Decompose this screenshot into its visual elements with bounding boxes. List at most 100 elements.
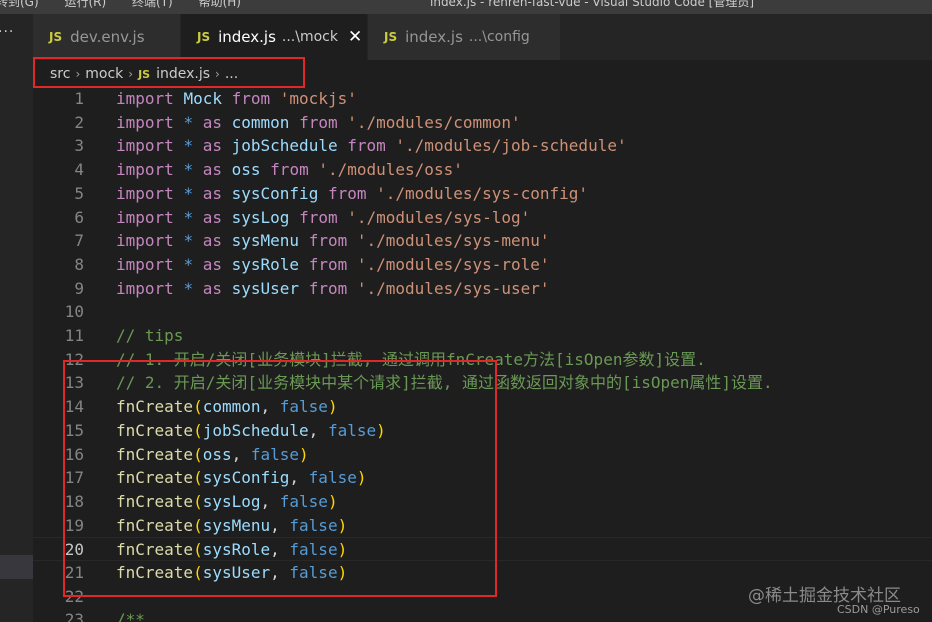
code-token: fnCreate	[116, 468, 194, 488]
code-text: import * as sysRole from './modules/sys-…	[116, 253, 550, 277]
line-number: 15	[64, 420, 84, 440]
code-line[interactable]: 2 import * as common from './modules/comm…	[33, 111, 932, 135]
code-line[interactable]: 16 fnCreate(oss, false)	[33, 443, 932, 467]
watermark-author: CSDN @Pureso	[837, 603, 920, 616]
code-line[interactable]: 20 fnCreate(sysRole, false)	[33, 537, 932, 561]
line-number: 10	[64, 302, 84, 322]
code-text: import Mock from 'mockjs'	[116, 88, 357, 111]
breadcrumb-item-more[interactable]: ...	[225, 66, 238, 82]
code-token: )	[337, 515, 348, 535]
code-token: './modules/sys-role'	[356, 254, 550, 274]
code-line[interactable]: 11 // tips	[33, 324, 932, 348]
line-number: 3	[74, 136, 84, 156]
code-token: /**	[116, 610, 145, 622]
close-icon[interactable]: ✕	[348, 27, 362, 47]
menu-run[interactable]: 运行(R)	[65, 0, 107, 9]
menu-goto[interactable]: 转到(G)	[0, 0, 39, 9]
line-number: 14	[64, 397, 84, 417]
line-number: 19	[64, 515, 84, 535]
tab-dev-env-js[interactable]: JS dev.env.js	[33, 14, 181, 60]
tab-index-js-mock[interactable]: JS index.js ...\mock ✕	[181, 14, 368, 60]
javascript-file-icon: JS	[197, 30, 211, 44]
code-token: sysUser	[231, 278, 300, 298]
code-token: from	[308, 278, 348, 298]
code-token: sysMenu	[231, 231, 300, 251]
code-token: )	[356, 468, 367, 488]
line-number: 18	[64, 491, 84, 511]
code-line[interactable]: 17 fnCreate(sysConfig, false)	[33, 466, 932, 490]
code-token: as	[202, 112, 222, 132]
code-editor[interactable]: 1 import Mock from 'mockjs' 2 import * as c…	[33, 88, 932, 622]
tab-index-js-config[interactable]: JS index.js ...\config	[368, 14, 561, 60]
code-token: import	[116, 254, 174, 274]
code-text: fnCreate(sysMenu, false)	[116, 514, 347, 538]
code-token: jobSchedule	[202, 420, 309, 440]
code-text: // 1. 开启/关闭[业务模块]拦截, 通过调用fnCreate方法[isOp…	[116, 348, 706, 372]
code-line[interactable]: 4 import * as oss from './modules/oss'	[33, 158, 932, 182]
code-token: false	[250, 444, 300, 464]
code-token: ,	[260, 397, 280, 417]
window-title: index.js - renren-fast-vue - Visual Stud…	[430, 0, 755, 9]
menu-help[interactable]: 帮助(H)	[199, 0, 241, 9]
more-actions-icon[interactable]: ···	[0, 24, 14, 40]
code-token: 'mockjs'	[279, 89, 357, 108]
code-token: ,	[260, 491, 280, 511]
code-token: sysLog	[231, 207, 290, 227]
code-token: (	[193, 397, 203, 417]
code-line[interactable]: 3 import * as jobSchedule from './modules…	[33, 134, 932, 158]
code-line[interactable]: 6 import * as sysLog from './modules/sys-…	[33, 206, 932, 230]
code-line[interactable]: 13 // 2. 开启/关闭[业务模块中某个请求]拦截, 通过函数返回对象中的[i…	[33, 371, 932, 395]
breadcrumb: src › mock › JS index.js › ...	[33, 60, 932, 88]
breadcrumb-item-index-js[interactable]: index.js	[156, 66, 210, 82]
code-line[interactable]: 19 fnCreate(sysMenu, false)	[33, 514, 932, 538]
breadcrumb-item-mock[interactable]: mock	[85, 66, 123, 82]
code-token: import	[116, 183, 174, 203]
breadcrumb-item-src[interactable]: src	[50, 66, 70, 82]
code-token: from	[299, 207, 338, 227]
code-token: fnCreate	[116, 540, 194, 560]
code-token: sysConfig	[231, 183, 319, 203]
code-token: *	[183, 112, 194, 132]
code-token: ,	[270, 515, 290, 535]
sidebar-selected-item[interactable]	[0, 555, 33, 579]
code-token: sysLog	[202, 491, 261, 511]
menu-terminal[interactable]: 终端(T)	[132, 0, 173, 9]
code-line[interactable]: 1 import Mock from 'mockjs'	[33, 88, 932, 111]
code-token: sysUser	[202, 563, 271, 582]
code-line[interactable]: 10	[33, 300, 932, 324]
code-line[interactable]: 18 fnCreate(sysLog, false)	[33, 490, 932, 514]
code-token: )	[327, 397, 338, 417]
code-token: './modules/oss'	[318, 160, 463, 180]
code-text: import * as oss from './modules/oss'	[116, 158, 463, 182]
code-token: './modules/common'	[347, 112, 521, 132]
code-line[interactable]: 12 // 1. 开启/关闭[业务模块]拦截, 通过调用fnCreate方法[is…	[33, 348, 932, 372]
code-text: // 2. 开启/关闭[业务模块中某个请求]拦截, 通过函数返回对象中的[isO…	[116, 371, 773, 395]
code-line[interactable]: 9 import * as sysUser from './modules/sys…	[33, 277, 932, 301]
code-line[interactable]: 14 fnCreate(common, false)	[33, 395, 932, 419]
code-line[interactable]: 23 /**	[33, 608, 932, 622]
code-text: import * as sysConfig from './modules/sy…	[116, 182, 588, 206]
code-token: fnCreate	[116, 491, 194, 511]
code-line[interactable]: 8 import * as sysRole from './modules/sys…	[33, 253, 932, 277]
code-line[interactable]: 5 import * as sysConfig from './modules/s…	[33, 182, 932, 206]
code-line[interactable]: 7 import * as sysMenu from './modules/sys…	[33, 229, 932, 253]
code-line[interactable]: 15 fnCreate(jobSchedule, false)	[33, 419, 932, 443]
code-token: false	[289, 563, 338, 582]
